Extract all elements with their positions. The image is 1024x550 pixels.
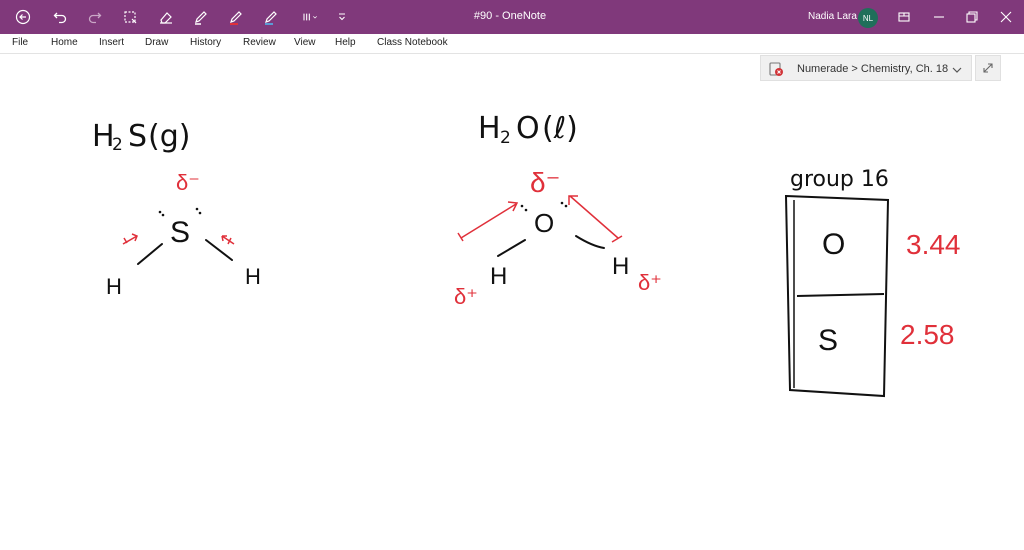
document-title: #90 - OneNote <box>473 10 547 22</box>
h2s-state: (g) <box>148 119 190 154</box>
notebook-sync-error-icon <box>768 61 784 77</box>
expand-icon <box>983 63 993 73</box>
menu-draw[interactable]: Draw <box>145 37 168 48</box>
title-bar: #90 - OneNote Nadia Lara NL <box>0 0 1024 34</box>
menu-review[interactable]: Review <box>243 37 276 48</box>
h2o-atom-h-right: H <box>612 253 629 280</box>
h2o-atom-h-left: H <box>490 263 507 290</box>
h2o-molecule: δ⁻ O H H δ⁺ δ⁺ <box>454 167 662 309</box>
pen-rack-icon[interactable] <box>298 9 322 25</box>
menu-insert[interactable]: Insert <box>99 37 124 48</box>
avatar[interactable]: NL <box>858 8 878 28</box>
minimize-icon[interactable] <box>931 9 947 25</box>
back-icon[interactable] <box>15 9 31 25</box>
menu-history[interactable]: History <box>190 37 221 48</box>
expand-button[interactable] <box>975 55 1001 81</box>
h2o-atom-o: O <box>534 208 554 238</box>
restore-icon[interactable] <box>964 9 980 25</box>
h2o-state: (ℓ) <box>542 111 578 146</box>
electronegativity-s: 2.58 <box>900 319 955 350</box>
group16-table: O S 3.44 2.58 <box>784 194 961 398</box>
customize-icon[interactable] <box>334 9 350 25</box>
h2o-delta-plus-left: δ⁺ <box>454 284 478 309</box>
electronegativity-o: 3.44 <box>906 229 961 260</box>
redo-icon[interactable] <box>87 9 103 25</box>
menu-view[interactable]: View <box>294 37 316 48</box>
ribbon-display-icon[interactable] <box>896 9 912 25</box>
h2s-molecule: δ⁻ S H H <box>106 170 261 299</box>
h2s-atom-h-right: H <box>245 264 261 289</box>
h2o-h: H <box>478 111 501 146</box>
h2s-delta-minus: δ⁻ <box>176 170 200 195</box>
menu-home[interactable]: Home <box>51 37 78 48</box>
user-name[interactable]: Nadia Lara <box>808 11 857 22</box>
element-s: S <box>818 324 838 357</box>
menu-help[interactable]: Help <box>335 37 356 48</box>
h2o-delta-plus-right: δ⁺ <box>638 270 662 295</box>
element-o: O <box>822 228 845 261</box>
red-pen-icon[interactable] <box>228 9 244 25</box>
note-canvas[interactable]: H 2 S (g) H 2 O (ℓ) group 16 δ⁻ S H H δ⁻… <box>0 82 1024 550</box>
h2s-atom-h-left: H <box>106 274 122 299</box>
group-heading: group 16 <box>790 167 889 192</box>
h2s-s: S <box>128 119 147 154</box>
close-icon[interactable] <box>998 9 1014 25</box>
menu-class-notebook[interactable]: Class Notebook <box>377 37 448 48</box>
highlighter-icon[interactable] <box>263 9 279 25</box>
eraser-icon[interactable] <box>158 9 174 25</box>
h2s-sub2: 2 <box>112 135 123 155</box>
menu-file[interactable]: File <box>12 37 28 48</box>
h2o-delta-minus: δ⁻ <box>530 167 560 198</box>
notebook-selector[interactable]: Numerade > Chemistry, Ch. 18 <box>760 55 972 81</box>
pen-icon[interactable] <box>193 9 209 25</box>
h2o-sub2: 2 <box>500 128 511 148</box>
h2s-atom-s: S <box>170 216 190 249</box>
lasso-icon[interactable] <box>122 9 138 25</box>
undo-icon[interactable] <box>52 9 68 25</box>
chevron-down-icon <box>951 63 963 75</box>
menu-bar: File Home Insert Draw History Review Vie… <box>0 34 1024 54</box>
notebook-breadcrumb: Numerade > Chemistry, Ch. 18 <box>797 63 949 75</box>
h2o-o: O <box>516 111 540 146</box>
